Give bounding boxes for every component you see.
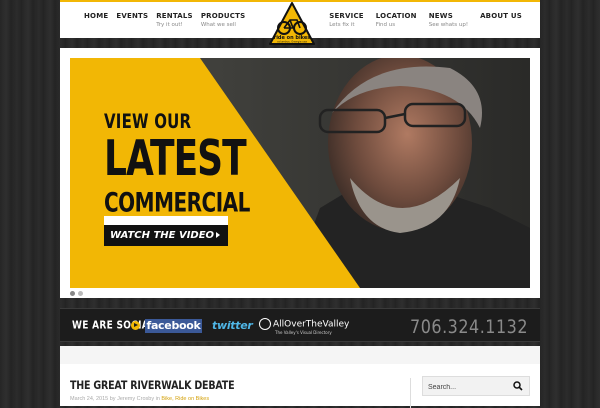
logo-tagline: columbus, Georgia usa — [277, 40, 307, 44]
post-categories[interactable]: Bike, Ride on Bikes — [161, 396, 209, 402]
nav-news-sub: See whats up! — [428, 22, 469, 28]
nav-location-sub: Find us — [375, 22, 396, 28]
arrow-right-icon — [131, 321, 140, 330]
twitter-link[interactable]: twitter — [212, 319, 253, 332]
facebook-link[interactable]: facebook — [145, 319, 202, 333]
nav-products-sub: What we sell — [200, 22, 236, 28]
nav-about[interactable]: ABOUT US — [480, 13, 522, 29]
nav-rentals[interactable]: RENTALS Try it out! — [156, 13, 193, 29]
slider-dot[interactable] — [70, 291, 75, 296]
page: HOME EVENTS RENTALS Try it out! PRODUCTS… — [60, 0, 540, 408]
nav-products-label: PRODUCTS — [200, 12, 246, 20]
nav-service[interactable]: SERVICE Lets fix it — [329, 13, 364, 29]
search-input[interactable] — [423, 377, 516, 397]
hero-line-3: COMMERCIAL — [104, 186, 250, 219]
nav-service-sub: Lets fix it — [329, 22, 355, 28]
allovervalley-icon — [259, 318, 271, 330]
nav-rentals-sub: Try it out! — [156, 22, 183, 28]
post-title[interactable]: THE GREAT RIVERWALK DEBATE — [70, 379, 235, 393]
nav-location-label: LOCATION — [375, 12, 417, 20]
slider-dot[interactable] — [78, 291, 83, 296]
nav-news-label: NEWS — [428, 12, 453, 20]
nav-events[interactable]: EVENTS — [116, 13, 148, 29]
hero-headline: VIEW OUR LATEST COMMERCIAL — [104, 110, 250, 218]
allovervalley-link[interactable]: AllOverTheValley — [259, 318, 349, 330]
content-header-strip — [60, 346, 540, 364]
header: HOME EVENTS RENTALS Try it out! PRODUCTS… — [60, 0, 540, 45]
allovervalley-label: AllOverTheValley — [273, 319, 350, 330]
search-icon[interactable] — [513, 381, 523, 391]
watch-video-button[interactable]: WATCH THE VIDEO — [104, 216, 228, 246]
hero-line-1: VIEW OUR — [104, 110, 192, 134]
post-author[interactable]: Jeremy Crosby in — [117, 396, 160, 402]
nav-right: SERVICE Lets fix it LOCATION Find us NEW… — [317, 13, 522, 29]
nav-events-label: EVENTS — [116, 12, 149, 20]
social-bar: WE ARE SOCIAL facebook twitter AllOverTh… — [60, 308, 540, 342]
nav-home-label: HOME — [84, 12, 109, 20]
nav-location[interactable]: LOCATION Find us — [376, 13, 417, 29]
hero-line-2: LATEST — [104, 131, 247, 188]
sidebar-divider — [410, 378, 411, 408]
social-label: WE ARE SOCIAL — [72, 320, 156, 332]
play-arrow-icon — [216, 232, 220, 238]
allovervalley-tagline: The Valley's Visual Directory — [275, 330, 332, 335]
slider-dots — [70, 291, 86, 296]
logo[interactable]: ride on bikes columbus, Georgia usa — [267, 2, 317, 46]
content-area: THE GREAT RIVERWALK DEBATE March 24, 201… — [60, 346, 540, 408]
nav-about-label: ABOUT US — [480, 12, 522, 20]
search-box — [422, 376, 530, 397]
nav-news[interactable]: NEWS See whats up! — [429, 13, 468, 29]
nav-home[interactable]: HOME — [84, 13, 108, 29]
nav-left: HOME EVENTS RENTALS Try it out! PRODUCTS… — [84, 13, 253, 29]
watch-video-label: WATCH THE VIDEO — [110, 230, 215, 241]
post-date: March 24, 2015 by — [70, 396, 116, 402]
post-meta: March 24, 2015 by Jeremy Crosby in Bike,… — [70, 396, 209, 402]
nav-products[interactable]: PRODUCTS What we sell — [201, 13, 246, 29]
phone-number: 706.324.1132 — [410, 315, 528, 338]
nav-service-label: SERVICE — [329, 12, 364, 20]
nav-rentals-label: RENTALS — [156, 12, 193, 20]
hero-slider: VIEW OUR LATEST COMMERCIAL WATCH THE VID… — [60, 48, 540, 298]
hero-slide[interactable]: VIEW OUR LATEST COMMERCIAL WATCH THE VID… — [70, 58, 530, 288]
